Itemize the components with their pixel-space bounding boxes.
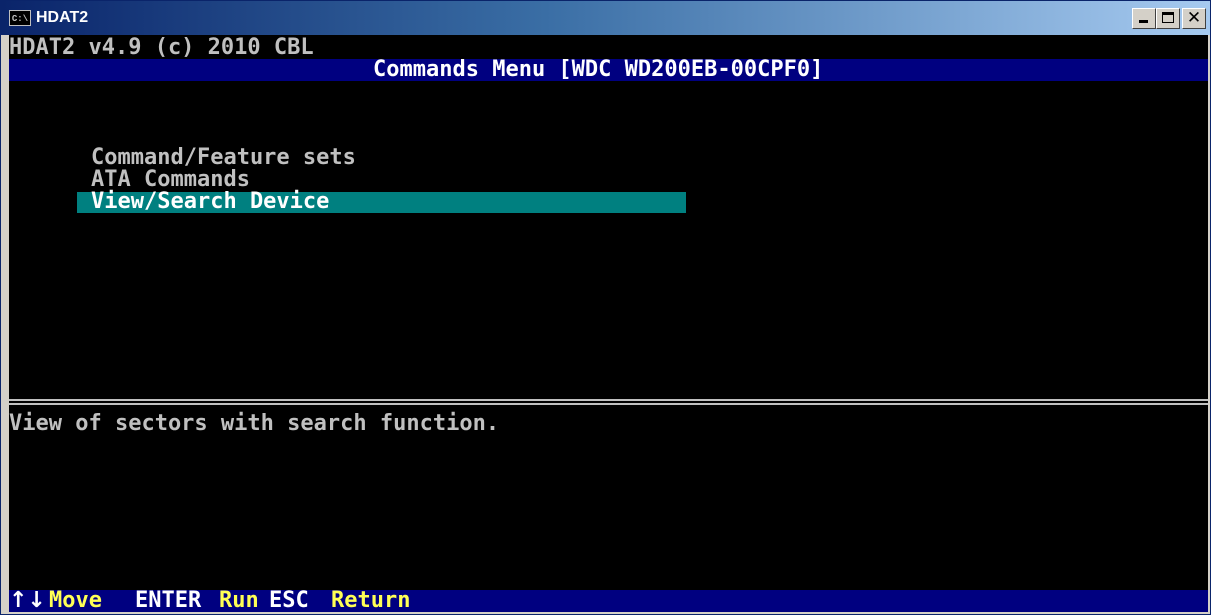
close-icon: ✕ <box>1186 8 1202 28</box>
footer-return: Return <box>331 588 411 612</box>
menu-item-ata-commands[interactable]: ATA Commands <box>91 169 250 191</box>
app-version: HDAT2 v4.9 (c) 2010 CBL <box>9 35 314 60</box>
console-window: C:\ HDAT2 ✕ HDAT2 v4.9 (c) 2010 CBL Comm… <box>0 0 1211 615</box>
menu-title: Commands Menu [WDC WD200EB-00CPF0] <box>373 57 824 82</box>
menu-item-command-feature-sets[interactable]: Command/Feature sets <box>91 147 356 169</box>
title-bar[interactable]: C:\ HDAT2 ✕ <box>1 1 1210 35</box>
menu-item-view-search-device[interactable]: View/Search Device <box>91 191 329 213</box>
close-button[interactable]: ✕ <box>1182 8 1206 29</box>
window-title: HDAT2 <box>36 9 89 26</box>
maximize-button[interactable] <box>1156 8 1180 29</box>
console-icon[interactable]: C:\ <box>9 10 31 26</box>
minimize-icon <box>1139 20 1148 23</box>
arrow-keys-icon: ↑↓ <box>9 588 46 612</box>
item-description: View of sectors with search function. <box>9 411 500 436</box>
maximize-icon <box>1162 12 1174 23</box>
footer-esc-key: ESC <box>269 588 309 612</box>
separator-line-bottom <box>9 403 1208 405</box>
separator-line-top <box>9 399 1208 401</box>
console-area[interactable]: HDAT2 v4.9 (c) 2010 CBL Commands Menu [W… <box>9 35 1208 612</box>
window-controls: ✕ <box>1132 8 1206 29</box>
minimize-button[interactable] <box>1132 8 1156 29</box>
footer-enter-key: ENTER <box>135 588 202 612</box>
footer-move: Move <box>49 588 102 612</box>
footer-run: Run <box>219 588 259 612</box>
